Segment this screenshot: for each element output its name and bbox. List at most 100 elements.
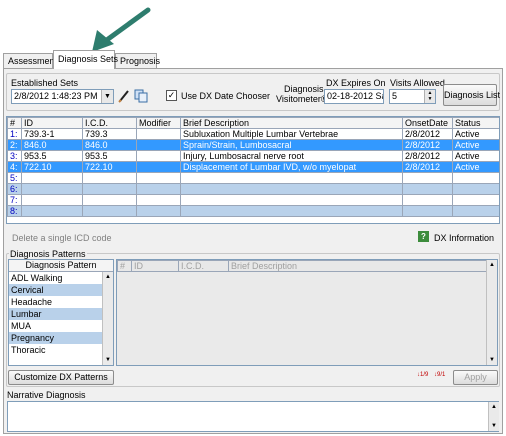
- table-cell[interactable]: [402, 194, 453, 206]
- table-cell[interactable]: 8:: [7, 205, 22, 217]
- table-cell[interactable]: [180, 194, 403, 206]
- column-header[interactable]: Brief Description: [180, 117, 403, 129]
- tab-assessment[interactable]: Assessment: [3, 53, 57, 68]
- table-cell[interactable]: 5:: [7, 172, 22, 184]
- table-cell[interactable]: 722.10: [21, 161, 83, 173]
- table-cell[interactable]: [136, 139, 181, 151]
- table-cell[interactable]: Active: [452, 139, 499, 151]
- column-header[interactable]: I.C.D.: [82, 117, 137, 129]
- table-cell[interactable]: Injury, Lumbosacral nerve root: [180, 150, 403, 162]
- table-cell[interactable]: [402, 172, 453, 184]
- list-item[interactable]: ADL Walking: [9, 272, 113, 284]
- tab-prognosis[interactable]: Prognosis: [115, 53, 160, 68]
- table-cell[interactable]: [82, 183, 137, 195]
- table-cell[interactable]: 2/8/2012: [402, 150, 453, 162]
- table-row[interactable]: 7:: [7, 194, 499, 206]
- stepper-down-icon[interactable]: ▼: [424, 96, 435, 103]
- table-cell[interactable]: Displacement of Lumbar IVD, w/o myelopat: [180, 161, 403, 173]
- table-cell[interactable]: Sprain/Strain, Lumbosacral: [180, 139, 403, 151]
- table-cell[interactable]: [402, 205, 453, 217]
- column-header[interactable]: #: [7, 117, 22, 129]
- scroll-down-icon[interactable]: ▼: [489, 421, 499, 431]
- pattern-list-scrollbar[interactable]: ▲ ▼: [102, 272, 113, 365]
- table-row[interactable]: 6:: [7, 183, 499, 195]
- table-cell[interactable]: 739.3-1: [21, 128, 83, 140]
- table-cell[interactable]: [452, 205, 499, 217]
- customize-dx-patterns-button[interactable]: Customize DX Patterns: [8, 370, 114, 385]
- list-item[interactable]: Thoracic: [9, 344, 113, 356]
- table-cell[interactable]: Active: [452, 128, 499, 140]
- narrative-diagnosis-textarea[interactable]: [7, 401, 499, 432]
- dx-expires-field[interactable]: 02-18-2012 Sat: [324, 89, 384, 104]
- tab-diagnosis-sets[interactable]: Diagnosis Sets: [53, 50, 118, 69]
- table-cell[interactable]: [180, 172, 403, 184]
- table-cell[interactable]: [21, 205, 83, 217]
- sort-descending-icon[interactable]: ↓9/1: [434, 372, 448, 384]
- list-item[interactable]: Cervical: [9, 284, 113, 296]
- table-cell[interactable]: [452, 172, 499, 184]
- chevron-down-icon[interactable]: ▼: [101, 90, 113, 103]
- sort-ascending-icon[interactable]: ↓1/9: [417, 372, 431, 384]
- apply-button[interactable]: Apply: [453, 370, 498, 385]
- diagnosis-pattern-list[interactable]: Diagnosis Pattern ADL Walking Cervical Hea…: [8, 259, 114, 366]
- help-icon[interactable]: ?: [418, 231, 429, 242]
- scroll-up-icon[interactable]: ▲: [487, 260, 497, 270]
- table-cell[interactable]: 4:: [7, 161, 22, 173]
- scroll-up-icon[interactable]: ▲: [103, 272, 113, 282]
- table-cell[interactable]: [452, 183, 499, 195]
- scroll-down-icon[interactable]: ▼: [103, 355, 113, 365]
- list-item[interactable]: MUA: [9, 320, 113, 332]
- table-cell[interactable]: 1:: [7, 128, 22, 140]
- column-header[interactable]: ID: [131, 260, 179, 272]
- established-sets-dropdown[interactable]: 2/8/2012 1:48:23 PM ▼: [11, 89, 114, 104]
- table-cell[interactable]: 2/8/2012: [402, 139, 453, 151]
- table-cell[interactable]: [180, 205, 403, 217]
- table-cell[interactable]: [82, 205, 137, 217]
- table-cell[interactable]: Active: [452, 161, 499, 173]
- table-cell[interactable]: [136, 194, 181, 206]
- table-cell[interactable]: [136, 150, 181, 162]
- table-row[interactable]: 3: 953.5 953.5 Injury, Lumbosacral nerve ro…: [7, 150, 499, 162]
- list-item[interactable]: Lumbar: [9, 308, 113, 320]
- visits-allowed-stepper[interactable]: 5 ▲ ▼: [389, 89, 436, 104]
- table-cell[interactable]: 3:: [7, 150, 22, 162]
- scroll-down-icon[interactable]: ▼: [487, 355, 497, 365]
- table-cell[interactable]: Subluxation Multiple Lumbar Vertebrae: [180, 128, 403, 140]
- table-cell[interactable]: [21, 172, 83, 184]
- table-cell[interactable]: 2:: [7, 139, 22, 151]
- column-header[interactable]: I.C.D.: [178, 260, 229, 272]
- table-cell[interactable]: [136, 205, 181, 217]
- table-cell[interactable]: 953.5: [21, 150, 83, 162]
- pencil-icon[interactable]: [118, 89, 130, 105]
- table-cell[interactable]: [180, 183, 403, 195]
- table-cell[interactable]: [136, 183, 181, 195]
- table-row[interactable]: 1: 739.3-1 739.3 Subluxation Multiple Lumba…: [7, 128, 499, 140]
- table-cell[interactable]: 6:: [7, 183, 22, 195]
- table-cell[interactable]: 846.0: [82, 139, 137, 151]
- table-cell[interactable]: 722.10: [82, 161, 137, 173]
- column-header[interactable]: OnsetDate: [402, 117, 453, 129]
- table-row[interactable]: 5:: [7, 172, 499, 184]
- list-item[interactable]: Pregnancy: [9, 332, 113, 344]
- copy-icon[interactable]: [134, 89, 148, 105]
- table-cell[interactable]: [82, 194, 137, 206]
- table-cell[interactable]: 2/8/2012: [402, 128, 453, 140]
- pattern-detail-scrollbar[interactable]: ▲ ▼: [486, 260, 497, 365]
- narrative-scrollbar[interactable]: ▲ ▼: [488, 402, 499, 431]
- table-cell[interactable]: [136, 172, 181, 184]
- column-header[interactable]: ID: [21, 117, 83, 129]
- table-row[interactable]: 4: 722.10 722.10 Displacement of Lumbar IVD…: [7, 161, 499, 173]
- table-row[interactable]: 8:: [7, 205, 499, 217]
- column-header[interactable]: #: [117, 260, 132, 272]
- scroll-up-icon[interactable]: ▲: [489, 402, 499, 412]
- table-cell[interactable]: [21, 183, 83, 195]
- diagnosis-list-button[interactable]: Diagnosis List: [443, 84, 500, 106]
- table-cell[interactable]: [82, 172, 137, 184]
- column-header[interactable]: Status: [452, 117, 499, 129]
- table-cell[interactable]: [136, 161, 181, 173]
- column-header[interactable]: Brief Description: [228, 260, 488, 272]
- column-header[interactable]: Modifier: [136, 117, 181, 129]
- table-cell[interactable]: 739.3: [82, 128, 137, 140]
- table-cell[interactable]: 953.5: [82, 150, 137, 162]
- dx-information-label[interactable]: DX Information: [434, 233, 494, 243]
